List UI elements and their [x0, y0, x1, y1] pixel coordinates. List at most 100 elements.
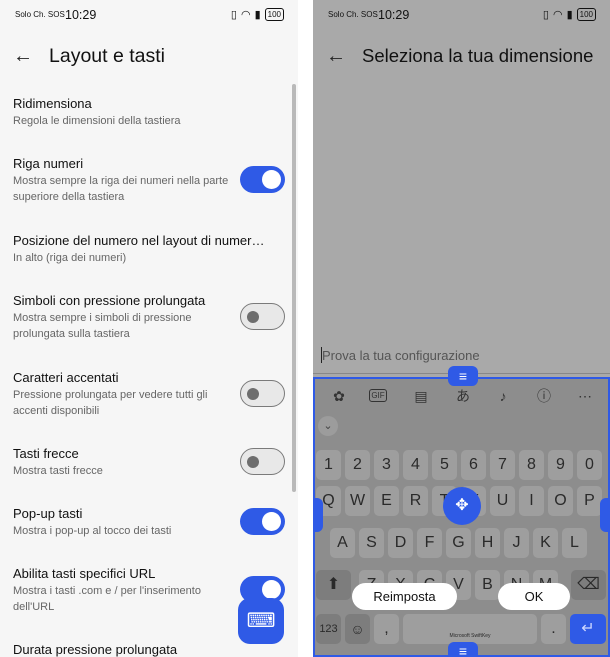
resize-handle-bottom[interactable]: ≡ — [448, 642, 478, 657]
setting-title: Riga numeri — [13, 156, 84, 171]
key[interactable]: 4 — [403, 450, 428, 480]
key[interactable]: I — [519, 486, 544, 516]
setting-title: Durata pressione prolungata — [13, 642, 178, 657]
resize-handle-top[interactable]: ≡ — [448, 366, 478, 386]
setting-arrow-keys[interactable]: Tasti frecce Mostra tasti frecce — [0, 446, 290, 482]
key[interactable]: J — [504, 528, 529, 558]
toggle-knob — [262, 170, 281, 189]
key[interactable]: B — [475, 570, 500, 600]
input-placeholder: Prova la tua configurazione — [322, 348, 480, 363]
status-bar: Solo Ch. SOS 10:29 ▯ ◠ ▮ 100 — [0, 0, 298, 30]
setting-long-press-symbols[interactable]: Simboli con pressione prolungata Mostra … — [0, 293, 290, 345]
key[interactable]: U — [490, 486, 515, 516]
carrier-label: Solo Ch. SOS — [15, 10, 65, 19]
screen-divider — [298, 0, 313, 657]
key[interactable]: A — [330, 528, 355, 558]
app-bar: ← Seleziona la tua dimensione — [313, 38, 610, 78]
status-bar: Solo Ch. SOS 10:29 ▯ ◠ ▮ 100 — [313, 0, 610, 30]
setting-key-popup[interactable]: Pop-up tasti Mostra i pop-up al tocco de… — [0, 506, 290, 542]
key-123[interactable]: 123 — [316, 614, 341, 644]
key[interactable]: 2 — [345, 450, 370, 480]
setting-subtitle: Mostra sempre i simboli di pressione pro… — [13, 312, 192, 340]
scrollbar[interactable] — [292, 84, 296, 492]
key[interactable]: O — [548, 486, 573, 516]
key[interactable]: 6 — [461, 450, 486, 480]
emoji-icon[interactable]: ☺ — [345, 614, 370, 644]
vibrate-icon: ▯ — [542, 9, 549, 21]
clock: 10:29 — [65, 8, 97, 22]
key[interactable]: H — [475, 528, 500, 558]
key[interactable]: F — [417, 528, 442, 558]
space-bar[interactable]: Microsoft SwiftKey — [403, 614, 537, 644]
key-period[interactable]: . — [541, 614, 566, 644]
key[interactable]: P — [577, 486, 602, 516]
setting-accented-chars[interactable]: Caratteri accentati Pressione prolungata… — [0, 370, 290, 422]
key-popup-toggle[interactable] — [240, 508, 285, 535]
key[interactable]: W — [345, 486, 370, 516]
resize-handle-right[interactable] — [600, 498, 610, 532]
back-arrow-icon[interactable]: ← — [11, 44, 35, 68]
setting-subtitle: Mostra i tasti .com e / per l'inseriment… — [13, 585, 201, 613]
shift-key[interactable]: ⬆ — [316, 570, 351, 600]
setting-subtitle: Mostra i pop-up al tocco dei tasti — [13, 525, 172, 537]
setting-title: Ridimensiona — [13, 96, 92, 111]
gif-icon[interactable]: GIF — [369, 389, 387, 402]
number-row-toggle[interactable] — [240, 166, 285, 193]
toggle-knob — [262, 580, 281, 599]
carrier-label: Solo Ch. SOS — [328, 10, 378, 19]
setting-title: Caratteri accentati — [13, 370, 119, 385]
translate-icon[interactable]: あ — [451, 384, 475, 408]
reset-button[interactable]: Reimposta — [352, 583, 457, 610]
enter-icon[interactable]: ↵ — [570, 614, 606, 644]
keyboard-icon[interactable]: ⌨ — [238, 598, 284, 644]
battery-icon: 100 — [264, 8, 284, 21]
back-arrow-icon[interactable]: ← — [324, 44, 348, 68]
toggle-knob — [247, 311, 259, 323]
key[interactable]: K — [533, 528, 558, 558]
chevron-down-icon[interactable]: ⌄ — [318, 416, 338, 436]
arrow-keys-toggle[interactable] — [240, 448, 285, 475]
toggle-knob — [247, 456, 259, 468]
mic-icon[interactable]: ♪ — [491, 384, 515, 408]
setting-subtitle: Pressione prolungata per vedere tutti gl… — [13, 389, 208, 417]
setting-number-row[interactable]: Riga numeri Mostra sempre la riga dei nu… — [0, 156, 290, 208]
long-press-symbols-toggle[interactable] — [240, 303, 285, 330]
resize-handle-left[interactable] — [313, 498, 323, 532]
key[interactable]: L — [562, 528, 587, 558]
ok-button[interactable]: OK — [498, 583, 570, 610]
setting-subtitle: In alto (riga dei numeri) — [13, 252, 127, 264]
setting-title: Tasti frecce — [13, 446, 79, 461]
accented-chars-toggle[interactable] — [240, 380, 285, 407]
key-comma[interactable]: , — [374, 614, 399, 644]
key[interactable]: 1 — [316, 450, 341, 480]
setting-resize[interactable]: Ridimensiona Regola le dimensioni della … — [0, 96, 290, 138]
key[interactable]: S — [359, 528, 384, 558]
setting-number-position[interactable]: Posizione del numero nel layout di numer… — [0, 233, 290, 269]
setting-title: Posizione del numero nel layout di numer… — [13, 233, 265, 248]
status-icons: ▯ ◠ ▮ 100 — [231, 8, 284, 21]
backspace-icon[interactable]: ⌫ — [571, 570, 606, 600]
setting-title: Pop-up tasti — [13, 506, 83, 521]
toggle-knob — [262, 512, 281, 531]
copilot-icon[interactable]: ✿ — [327, 384, 351, 408]
key[interactable]: 5 — [432, 450, 457, 480]
battery-icon: 100 — [576, 8, 596, 21]
key[interactable]: 0 — [577, 450, 602, 480]
key[interactable]: 3 — [374, 450, 399, 480]
key[interactable]: 8 — [519, 450, 544, 480]
key[interactable]: E — [374, 486, 399, 516]
sim-icon: ▮ — [254, 9, 261, 21]
key[interactable]: D — [388, 528, 413, 558]
key[interactable]: 7 — [490, 450, 515, 480]
setting-long-press-duration[interactable]: Durata pressione prolungata — [0, 642, 290, 657]
setting-title: Abilita tasti specifici URL — [13, 566, 156, 581]
page-title: Seleziona la tua dimensione — [362, 45, 594, 66]
settings-screen: Solo Ch. SOS 10:29 ▯ ◠ ▮ 100 ← Layout e … — [0, 0, 298, 657]
key[interactable]: 9 — [548, 450, 573, 480]
info-icon[interactable]: ⓘ — [532, 384, 556, 408]
key[interactable]: G — [446, 528, 471, 558]
more-icon[interactable]: ⋯ — [573, 384, 597, 408]
key[interactable]: R — [403, 486, 428, 516]
move-icon[interactable]: ✥ — [443, 487, 481, 525]
clipboard-icon[interactable]: ▤ — [409, 384, 433, 408]
